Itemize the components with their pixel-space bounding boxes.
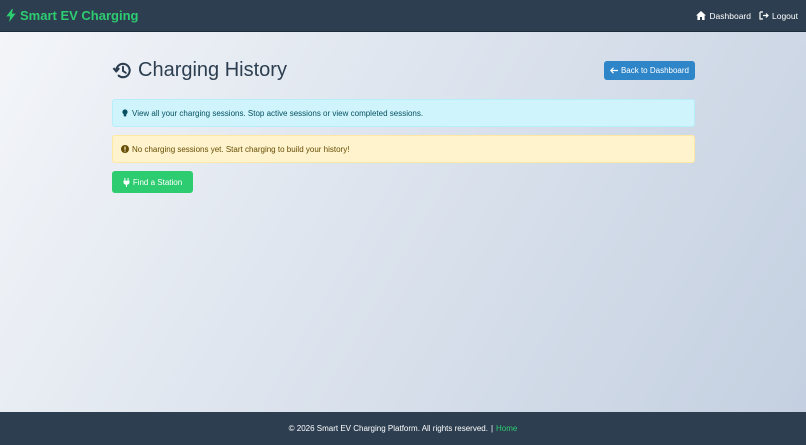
brand-name: Smart EV Charging	[20, 8, 139, 23]
page-title-text: Charging History	[138, 58, 287, 81]
page-header: Charging History Back to Dashboard	[112, 56, 695, 84]
history-icon	[112, 62, 131, 78]
find-station-label: Find a Station	[132, 177, 183, 187]
warning-alert: No charging sessions yet. Start charging…	[112, 135, 695, 163]
logout-icon	[759, 11, 769, 20]
nav-links: Dashboard Logout	[696, 11, 798, 21]
lightbulb-icon	[122, 109, 128, 117]
arrow-left-icon	[609, 66, 618, 74]
warning-alert-text: No charging sessions yet. Start charging…	[132, 144, 350, 154]
brand-link[interactable]: Smart EV Charging	[6, 8, 138, 23]
footer-home-link[interactable]: Home	[496, 424, 517, 433]
main-content: Charging History Back to Dashboard View …	[112, 32, 695, 193]
info-alert-text: View all your charging sessions. Stop ac…	[132, 108, 424, 118]
nav-dashboard-label: Dashboard	[709, 10, 751, 21]
nav-logout-label: Logout	[772, 10, 798, 21]
nav-dashboard-link[interactable]: Dashboard	[696, 11, 751, 21]
back-to-dashboard-button[interactable]: Back to Dashboard	[603, 60, 695, 80]
home-icon	[696, 11, 707, 20]
exclamation-circle-icon	[121, 145, 129, 153]
plug-icon	[123, 177, 130, 187]
top-navbar: Smart EV Charging Dashboard Logout	[0, 0, 806, 32]
bolt-icon	[6, 9, 16, 22]
page-footer: © 2026 Smart EV Charging Platform. All r…	[0, 412, 806, 445]
find-station-button[interactable]: Find a Station	[112, 171, 193, 193]
back-button-label: Back to Dashboard	[620, 65, 689, 75]
info-alert: View all your charging sessions. Stop ac…	[112, 99, 695, 127]
nav-logout-link[interactable]: Logout	[759, 11, 798, 21]
page-title: Charging History	[112, 59, 287, 82]
footer-copyright: © 2026 Smart EV Charging Platform. All r…	[288, 424, 488, 433]
footer-separator: |	[490, 424, 494, 433]
